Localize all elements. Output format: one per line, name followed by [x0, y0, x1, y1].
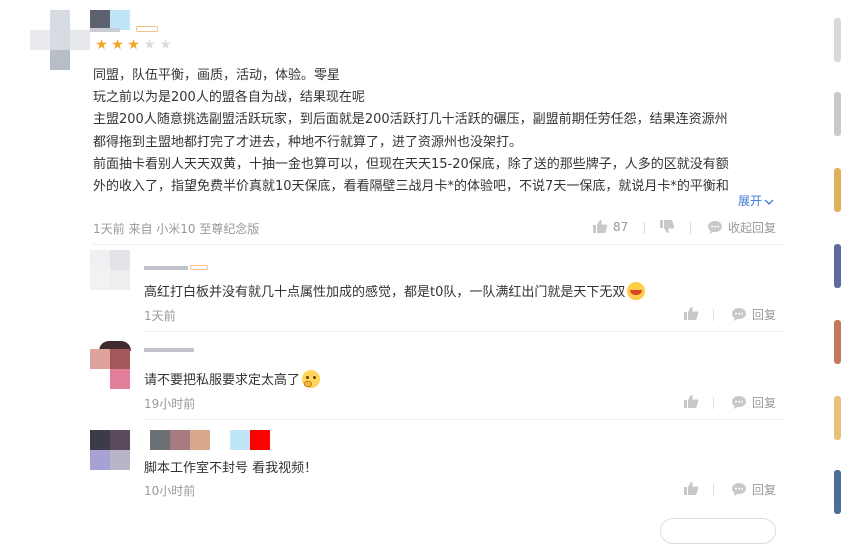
chevron-down-icon — [764, 199, 774, 205]
comment-icon — [732, 396, 746, 409]
divider — [713, 484, 714, 496]
expand-label: 展开 — [738, 194, 763, 208]
reply-content: 请不要把私服要求定太高了 — [144, 373, 301, 388]
divider — [144, 331, 783, 332]
dislike-button[interactable] — [659, 219, 675, 234]
review-line: 玩之前以为是200人的盟各自为战，结果现在呢 — [93, 90, 365, 106]
reply-button[interactable]: 回复 — [731, 481, 776, 498]
divider — [713, 397, 714, 409]
comment-icon — [732, 308, 746, 321]
thumbs-up-icon — [684, 395, 699, 408]
divider — [93, 244, 783, 245]
star-empty-icon: ★ — [143, 37, 156, 53]
reply-time: 19小时前 — [144, 397, 196, 411]
crying-laugh-emoji-icon — [627, 282, 646, 300]
star-empty-icon: ★ — [159, 37, 172, 53]
reply-label: 回复 — [752, 308, 777, 322]
star-filled-icon: ★ — [111, 37, 124, 53]
star-filled-icon: ★ — [95, 37, 108, 53]
fold-reply-label: 收起回复 — [728, 221, 777, 235]
review-body: 同盟，队伍平衡，画质，活动，体验。零星 玩之前以为是200人的盟各自为战，结果现… — [93, 65, 783, 198]
like-button[interactable]: 87 — [592, 219, 628, 234]
reply-text: 脚本工作室不封号 看我视频！ — [144, 457, 317, 476]
review-line: 都得拖到主盟地都打完了才进去，种地不行就算了，进了资源州也没架打。 — [93, 134, 523, 150]
reply-button[interactable]: 回复 — [731, 394, 776, 411]
thumbs-up-icon — [684, 482, 699, 495]
comment-icon — [708, 221, 722, 234]
reply-time: 1天前 — [144, 309, 176, 323]
divider — [690, 222, 691, 234]
thumbs-up-icon — [593, 220, 608, 233]
like-count: 87 — [613, 219, 629, 234]
review-line: 主盟200人随意挑选副盟活跃玩家，到后面就是200活跃打几十活跃的碾压，副盟前期… — [93, 112, 728, 128]
review-line: 前面抽卡看别人天天双黄，十抽一金也算可以，但现在天天15-20保底，除了送的那些… — [93, 156, 729, 172]
expand-button[interactable]: 展开 — [738, 192, 774, 209]
review-meta: 1天前 来自 小米10 至尊纪念版 — [93, 222, 260, 236]
like-button[interactable] — [683, 306, 699, 321]
like-button[interactable] — [683, 481, 699, 496]
reply-text: 请不要把私服要求定太高了 — [144, 369, 321, 388]
comment-icon — [732, 483, 746, 496]
reply-label: 回复 — [752, 396, 777, 410]
reply-label: 回复 — [752, 483, 777, 497]
reply-content: 脚本工作室不封号 看我视频！ — [144, 461, 318, 476]
thumbs-up-icon — [684, 307, 699, 320]
more-replies-button[interactable] — [660, 518, 776, 544]
thinking-emoji-icon — [302, 370, 321, 388]
review-line: 同盟，队伍平衡，画质，活动，体验。零星 — [93, 68, 341, 83]
reply-content: 高红打白板并没有就几十点属性加成的感觉，都是t0队，一队满红出门就是天下无双 — [144, 285, 626, 300]
thumbs-down-icon — [660, 220, 675, 233]
divider — [144, 419, 783, 420]
reply-time: 10小时前 — [144, 484, 196, 498]
star-rating: ★ ★ ★ ★ ★ — [94, 38, 173, 53]
divider — [644, 222, 645, 234]
star-filled-icon: ★ — [127, 37, 140, 53]
fold-reply-button[interactable]: 收起回复 — [707, 219, 776, 236]
reply-button[interactable]: 回复 — [731, 306, 776, 323]
review-line: 外的收入了，指望免费半价真就10天保底，看看隔壁三战月卡*的体验吧，不说7天一保… — [93, 179, 729, 195]
reply-text: 高红打白板并没有就几十点属性加成的感觉，都是t0队，一队满红出门就是天下无双 — [144, 281, 646, 300]
like-button[interactable] — [683, 394, 699, 409]
divider — [713, 309, 714, 321]
